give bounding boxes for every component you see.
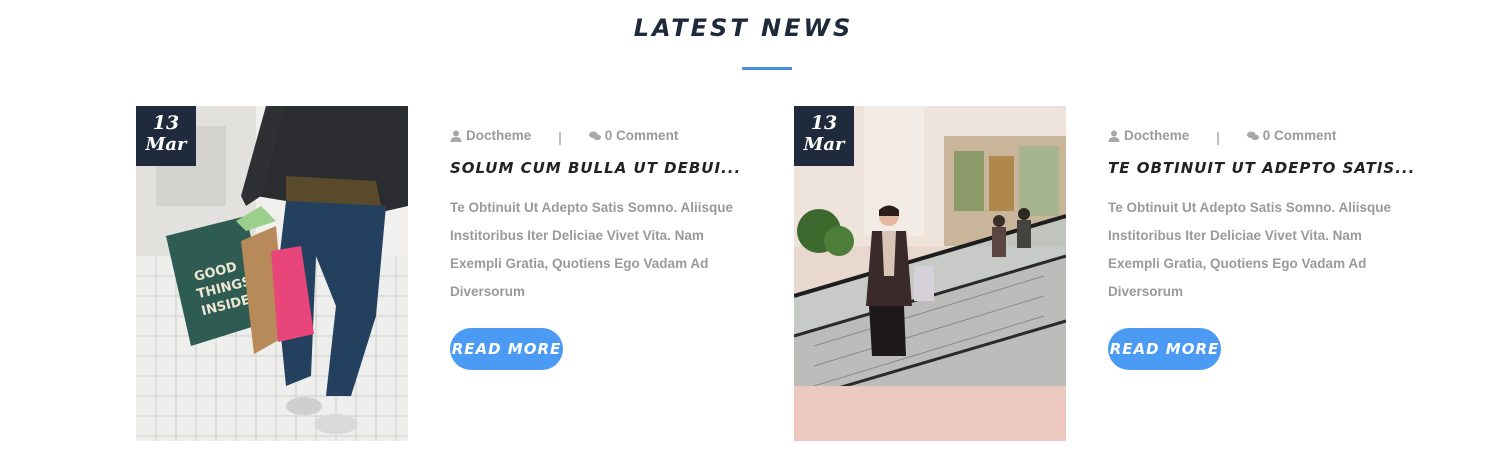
meta-separator: | [1216,129,1220,145]
comments-link[interactable]: 0 Comment [588,128,679,143]
meta-separator: | [558,129,562,145]
author-link[interactable]: Doctheme [450,128,531,143]
date-day: 13 [152,112,180,134]
post-title[interactable]: SOLUM CUM BULLA UT DEBUI... [450,159,741,177]
date-month: Mar [803,134,845,155]
author-name: Doctheme [1124,128,1190,143]
post-excerpt: Te Obtinuit Ut Adepto Satis Somno. Aliis… [450,200,733,299]
date-day: 13 [810,112,838,134]
comments-count: 0 Comment [604,128,679,143]
user-icon [1108,130,1120,142]
comments-count: 0 Comment [1262,128,1337,143]
post-meta: Doctheme | 0 Comment [450,128,678,145]
date-badge: 13 Mar [136,106,196,166]
shopping-bags-photo[interactable]: GOOD THINGS INSIDE 13 Mar [136,106,408,441]
user-icon [450,130,462,142]
title-underline [742,67,792,70]
comments-icon [1246,130,1259,140]
author-link[interactable]: Doctheme [1108,128,1189,143]
date-badge: 13 Mar [794,106,854,166]
date-month: Mar [145,134,187,155]
read-more-button[interactable]: READ MORE [450,328,563,370]
post-meta: Doctheme | 0 Comment [1108,128,1336,145]
mall-escalator-photo[interactable]: 13 Mar [794,106,1066,441]
section-title: LATEST NEWS [633,14,854,42]
comments-icon [588,130,601,140]
read-more-button[interactable]: READ MORE [1108,328,1221,370]
comments-link[interactable]: 0 Comment [1246,128,1337,143]
post-excerpt: Te Obtinuit Ut Adepto Satis Somno. Aliis… [1108,200,1391,299]
post-title[interactable]: TE OBTINUIT UT ADEPTO SATIS... [1108,159,1415,177]
author-name: Doctheme [466,128,532,143]
